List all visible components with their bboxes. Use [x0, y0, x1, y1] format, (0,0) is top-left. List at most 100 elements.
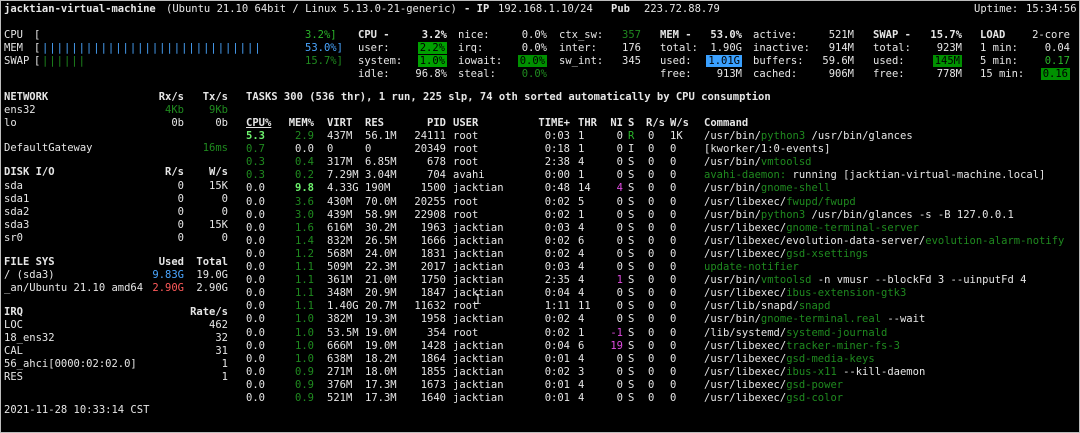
process-pid: 11632: [414, 300, 446, 313]
irq-rate: 1: [221, 371, 228, 383]
process-user: avahi: [453, 169, 485, 182]
irq-title: IRQ: [4, 306, 23, 318]
process-time: 0:03: [544, 130, 570, 142]
process-thr: 1: [578, 130, 585, 142]
process-virt: 382M: [327, 313, 353, 326]
cpu-nice-label: nice:: [458, 29, 490, 41]
process-s: S: [628, 300, 635, 313]
process-command: avahi-daemon: running [jacktian-virtual-…: [704, 169, 1045, 183]
process-rs: 0: [648, 300, 655, 313]
process-command-name: gnome-shell: [760, 182, 831, 195]
process-command-name: vmtoolsd: [760, 156, 812, 169]
process-s: S: [628, 234, 635, 247]
col-cpu-header[interactable]: CPU%: [246, 117, 271, 131]
process-virt: 568M: [327, 247, 353, 260]
public-ip: 223.72.88.79: [644, 3, 720, 15]
col-thr-header[interactable]: THR: [578, 117, 597, 131]
process-rs: 0: [648, 313, 655, 326]
process-s: S: [628, 195, 635, 208]
process-command-args: /usr/bin/glances -s -B 127.0.0.1: [805, 208, 1014, 221]
process-cpu: 0.3: [246, 169, 265, 182]
process-command-path: /usr/libexec/: [704, 287, 787, 300]
process-rs: 0: [648, 221, 655, 234]
cpu-ctxsw-label: ctx_sw:: [559, 29, 604, 41]
disk-read: 0: [177, 206, 184, 218]
network-tx-header: Tx/s: [202, 91, 228, 103]
process-rs: 0: [648, 143, 655, 156]
col-rs-header[interactable]: R/s: [646, 117, 665, 131]
os-info: (Ubuntu 21.10 64bit / Linux 5.13.0-21-ge…: [166, 3, 457, 15]
mem-bar-value: 53.0%]: [305, 42, 343, 54]
disk-read: 0: [177, 193, 184, 205]
col-res-header[interactable]: RES: [365, 117, 384, 131]
col-user-header[interactable]: USER: [453, 117, 478, 131]
swap-free-value: 778M: [936, 68, 962, 80]
cpu-user-label: user:: [358, 42, 390, 54]
col-ni-header[interactable]: NI: [605, 117, 623, 131]
process-rs: 0: [648, 287, 655, 300]
swap-free-label: free:: [873, 68, 905, 80]
process-user: jacktian: [453, 274, 504, 287]
col-ws-header[interactable]: W/s: [670, 117, 689, 131]
col-pid-header[interactable]: PID: [410, 117, 446, 131]
process-time: 0:01: [544, 378, 570, 391]
mem-bar-label: MEM: [4, 42, 23, 54]
process-user: jacktian: [453, 221, 504, 234]
tasks-summary: TASKS 300 (536 thr), 1 run, 225 slp, 74 …: [246, 91, 771, 103]
process-mem: 1.0: [295, 352, 314, 365]
default-gateway-latency: 16ms: [202, 142, 228, 154]
col-mem-header[interactable]: MEM%: [278, 117, 314, 131]
process-cpu: 0.0: [246, 274, 265, 287]
process-thr: 1: [578, 208, 585, 221]
process-s: S: [628, 274, 635, 287]
disk-read: 0: [177, 180, 184, 192]
col-s-header[interactable]: S: [628, 117, 634, 131]
process-thr: 5: [578, 195, 585, 208]
process-ws: 0: [670, 313, 677, 326]
process-ws: 0: [670, 261, 677, 273]
process-time: 0:02: [544, 195, 570, 208]
process-thr: 4: [578, 274, 585, 287]
swap-used-value: 145M: [932, 55, 962, 67]
process-s: S: [628, 378, 635, 391]
process-time: 2:38: [544, 156, 570, 169]
cpu-total: 3.2%: [421, 29, 447, 41]
process-ws: 0: [670, 392, 677, 404]
cpu-bar-value: 3.2%]: [305, 29, 337, 41]
process-mem: 1.1: [295, 300, 314, 313]
ip-address: 192.168.1.10/24: [498, 3, 593, 15]
swap-total-label: total:: [873, 42, 911, 54]
process-cpu: 0.0: [246, 182, 265, 195]
col-virt-header[interactable]: VIRT: [327, 117, 352, 131]
process-time: 0:04: [544, 287, 570, 300]
process-res: 30.2M: [365, 221, 397, 234]
col-command-header[interactable]: Command: [704, 117, 748, 131]
process-res: 19.0M: [365, 326, 397, 339]
process-rs: 0: [648, 156, 655, 169]
process-ws: 0: [670, 247, 677, 260]
process-pid: 24111: [414, 130, 446, 142]
process-command: /usr/libexec/tracker-miner-fs-3: [704, 340, 900, 354]
load-1min-value: 0.04: [1044, 42, 1070, 54]
process-thr: 6: [578, 234, 585, 247]
mem-inactive-label: inactive:: [753, 42, 810, 54]
filesystem-used: 2.90G: [152, 282, 184, 294]
process-time: 0:02: [544, 208, 570, 221]
process-command: /usr/bin/gnome-shell: [704, 182, 830, 196]
process-s: S: [628, 182, 635, 195]
process-time: 0:01: [544, 392, 570, 404]
process-ni: 0: [616, 313, 623, 326]
process-command-path: /usr/lib/snapd/: [704, 300, 799, 313]
process-rs: 0: [648, 182, 655, 195]
filesystem-title: FILE SYS: [4, 256, 55, 268]
col-time-header[interactable]: TIME+: [530, 117, 570, 131]
process-ws: 0: [670, 195, 677, 208]
process-ni: 0: [616, 300, 623, 313]
process-time: 0:02: [544, 234, 570, 247]
text-cursor-icon: [475, 294, 481, 304]
process-command: /usr/libexec/ibus-extension-gtk3: [704, 287, 906, 301]
irq-name: RES: [4, 371, 23, 383]
process-pid: 22908: [414, 208, 446, 221]
process-ni: 0: [616, 365, 623, 378]
process-res: 20.7M: [365, 300, 397, 313]
